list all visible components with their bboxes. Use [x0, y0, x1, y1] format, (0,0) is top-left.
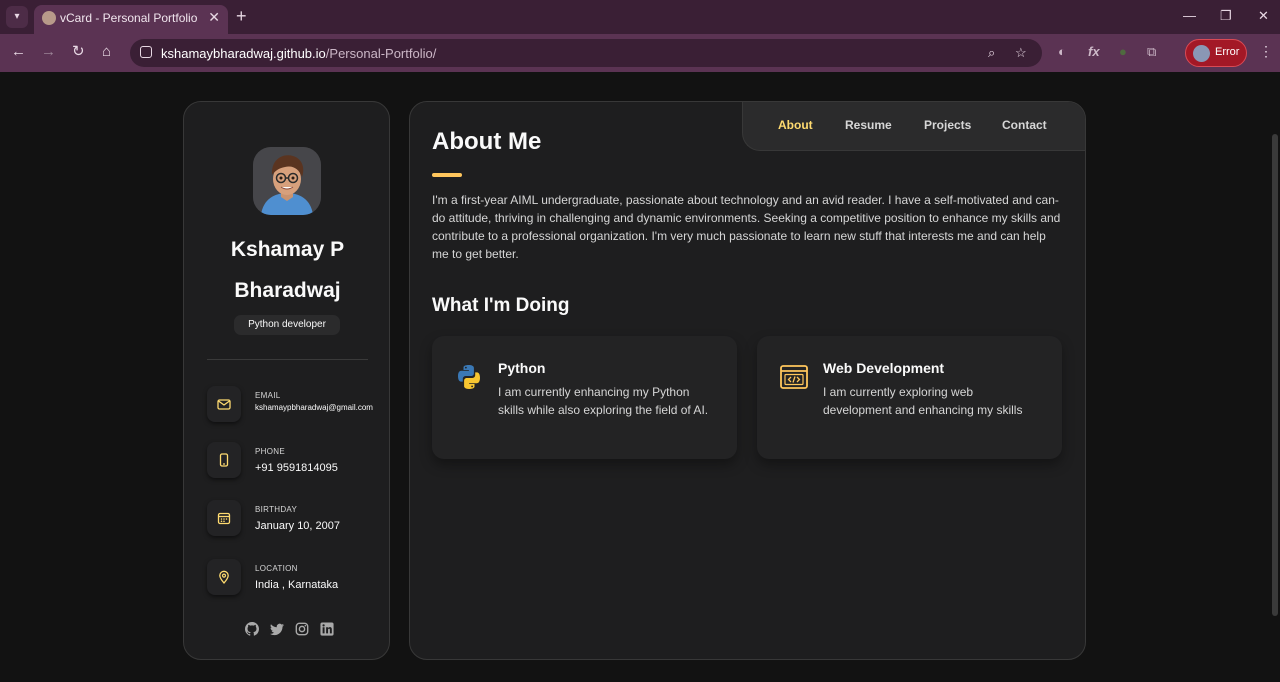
- zoom-icon[interactable]: ⌕: [988, 45, 995, 61]
- instagram-icon[interactable]: [295, 622, 309, 636]
- restore-icon[interactable]: ❐: [1220, 8, 1232, 24]
- address-bar[interactable]: kshamaybharadwaj.github.io/Personal-Port…: [130, 39, 1042, 67]
- title-underline: [432, 173, 462, 177]
- browser-tab[interactable]: vCard - Personal Portfolio ✕: [34, 5, 228, 34]
- portfolio-page: Kshamay P Bharadwaj Python developer Ema…: [0, 72, 1280, 682]
- service-title-web-development: Web Development: [823, 360, 945, 376]
- contact-birthday-value: January 10, 2007: [255, 520, 341, 532]
- profile-button[interactable]: Error: [1185, 39, 1247, 67]
- twitter-icon[interactable]: [270, 622, 284, 636]
- role-badge: Python developer: [234, 315, 340, 335]
- profile-name: Kshamay P Bharadwaj: [230, 238, 345, 302]
- reload-icon[interactable]: ↻: [72, 44, 85, 60]
- extension-mouse-icon[interactable]: ◐: [1058, 44, 1066, 59]
- contact-birthday-title: Birthday: [255, 505, 298, 514]
- contact-email: Email kshamaypbharadwaj@gmail.com: [207, 386, 387, 422]
- tab-strip: ▾ vCard - Personal Portfolio ✕ + — ❐ ✕: [0, 0, 1280, 34]
- home-icon[interactable]: ⌂: [102, 44, 111, 60]
- contact-email-title: Email: [255, 391, 281, 400]
- service-text-python: I am currently enhancing my Python skill…: [498, 385, 709, 417]
- calendar-icon: [207, 500, 241, 536]
- nav-about[interactable]: About: [778, 118, 813, 132]
- contact-email-value[interactable]: kshamaypbharadwaj@gmail.com: [255, 403, 373, 412]
- new-tab-icon[interactable]: +: [236, 7, 247, 25]
- service-title-python: Python: [498, 360, 546, 376]
- contact-birthday: Birthday January 10, 2007: [207, 500, 387, 536]
- back-icon[interactable]: ←: [11, 44, 26, 60]
- contact-phone-value[interactable]: +91 9591814095: [255, 462, 338, 474]
- tab-title: vCard - Personal Portfolio: [60, 11, 198, 25]
- window-close-icon[interactable]: ✕: [1258, 8, 1269, 24]
- contact-phone-title: Phone: [255, 447, 285, 456]
- sidebar-card: Kshamay P Bharadwaj Python developer Ema…: [183, 101, 390, 660]
- contact-location-value: India , Karnataka: [255, 579, 339, 591]
- avatar: [253, 147, 321, 215]
- forward-icon[interactable]: →: [41, 44, 56, 60]
- service-text-web-development: I am currently exploring web development…: [823, 385, 1023, 417]
- nav-projects[interactable]: Projects: [924, 118, 971, 132]
- top-navbar: About Resume Projects Contact: [742, 102, 1085, 151]
- contact-location: Location India , Karnataka: [207, 559, 387, 595]
- sidebar-separator: [207, 359, 368, 360]
- profile-error-label: Error: [1215, 46, 1240, 58]
- contact-phone: Phone +91 9591814095: [207, 442, 387, 478]
- browser-menu-icon[interactable]: ⋮: [1259, 43, 1273, 60]
- location-icon: [207, 559, 241, 595]
- linkedin-icon[interactable]: [320, 622, 334, 636]
- service-card-web-development: Web Development I am currently exploring…: [757, 336, 1062, 459]
- extension-fx-icon[interactable]: fx: [1088, 44, 1100, 59]
- service-card-python: Python I am currently enhancing my Pytho…: [432, 336, 737, 459]
- nav-resume[interactable]: Resume: [845, 118, 892, 132]
- minimize-icon[interactable]: —: [1183, 8, 1196, 23]
- profile-avatar: [1193, 45, 1210, 62]
- code-window-icon: [780, 365, 808, 389]
- nav-contact[interactable]: Contact: [1002, 118, 1047, 132]
- bookmark-star-icon[interactable]: ☆: [1015, 45, 1027, 61]
- extensions-puzzle-icon[interactable]: ⧉: [1147, 44, 1156, 60]
- doing-title: What I'm Doing: [432, 295, 570, 316]
- github-icon[interactable]: [245, 622, 259, 636]
- contact-location-title: Location: [255, 564, 298, 573]
- avatar-illustration: [253, 147, 321, 215]
- tab-search-button[interactable]: ▾: [6, 6, 28, 28]
- extension-leaf-icon[interactable]: ●: [1119, 44, 1127, 59]
- about-title: About Me: [432, 128, 542, 155]
- url-text[interactable]: kshamaybharadwaj.github.io/Personal-Port…: [161, 46, 436, 61]
- python-icon: [458, 365, 480, 389]
- page-scrollbar[interactable]: [1270, 134, 1280, 616]
- phone-icon: [207, 442, 241, 478]
- mail-icon: [207, 386, 241, 422]
- favicon-icon: [42, 11, 56, 25]
- site-info-icon[interactable]: [140, 46, 152, 58]
- main-content-card: About Resume Projects Contact About Me I…: [409, 101, 1086, 660]
- scrollbar-thumb[interactable]: [1272, 134, 1278, 616]
- close-tab-icon[interactable]: ✕: [208, 9, 220, 26]
- about-paragraph: I'm a first-year AIML undergraduate, pas…: [432, 193, 1061, 261]
